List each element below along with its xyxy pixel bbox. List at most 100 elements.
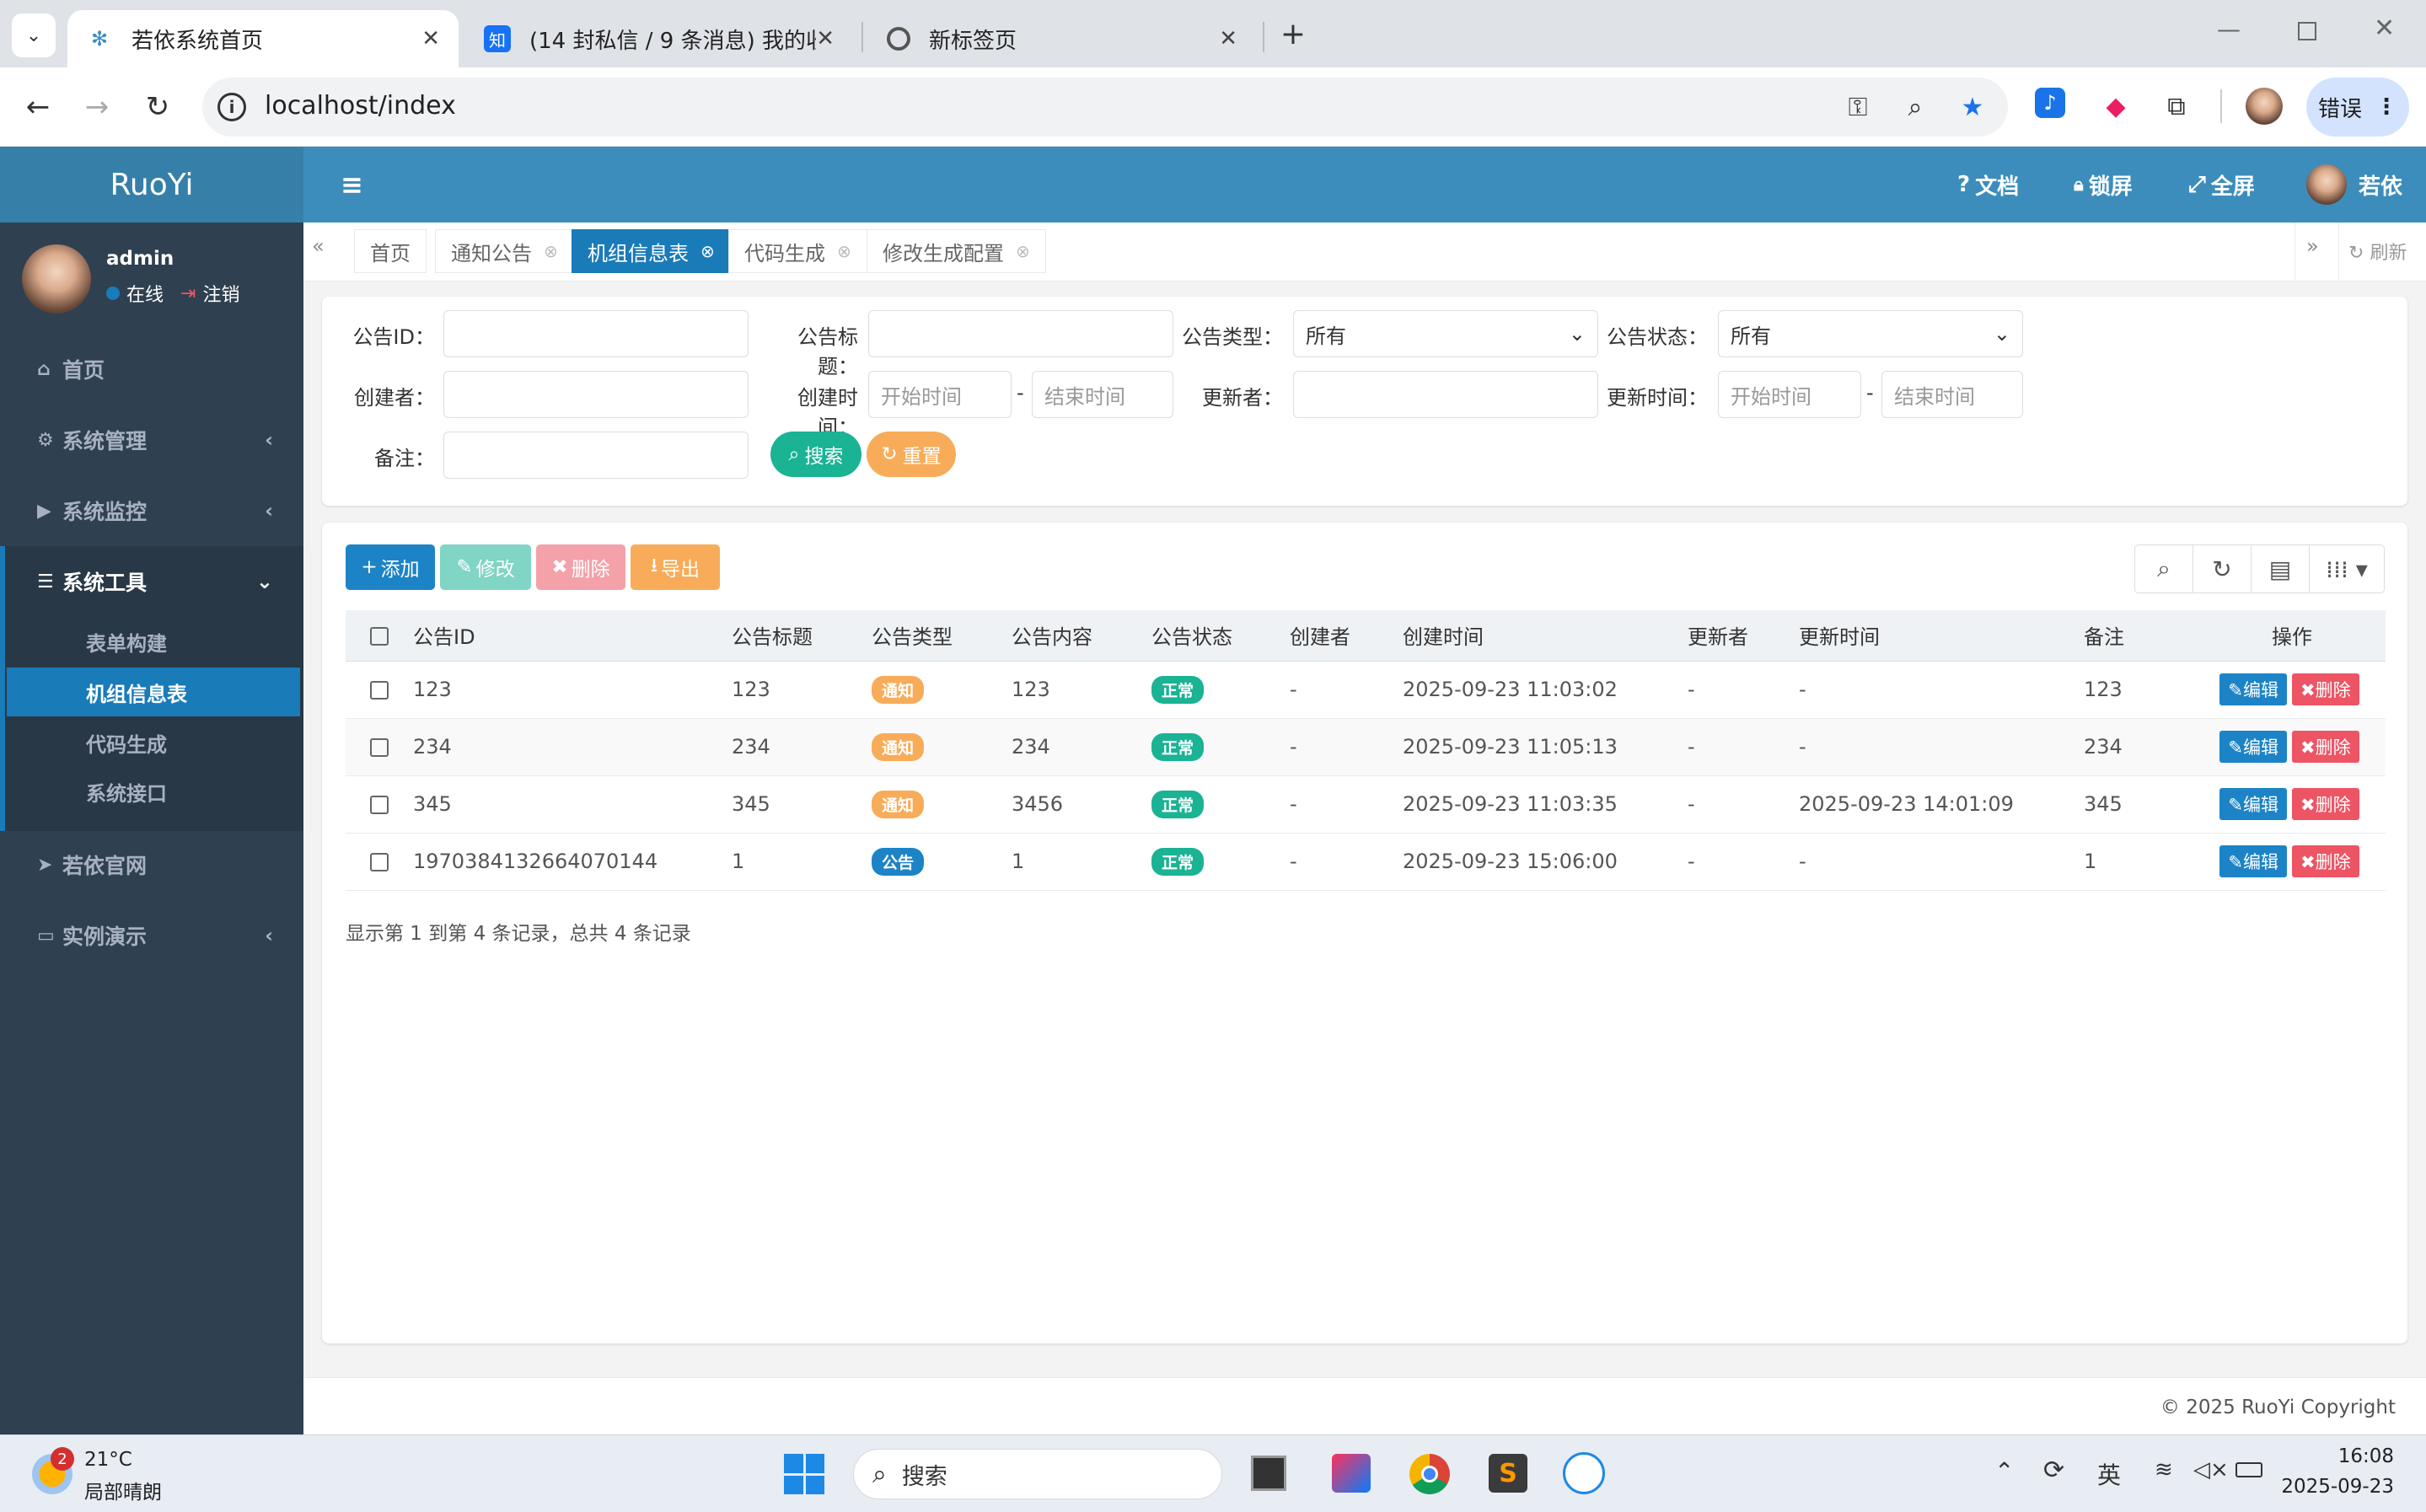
header-link-docs[interactable]: ? 文档	[1957, 147, 2019, 223]
site-info-icon[interactable]: i	[217, 93, 246, 121]
close-icon[interactable]: ✕	[1219, 26, 1237, 51]
header-link-fullscreen[interactable]: ⤢ 全屏	[2188, 147, 2255, 223]
profile-avatar[interactable]	[2246, 88, 2283, 125]
zoom-icon[interactable]: ⌕	[1897, 88, 1934, 126]
back-icon[interactable]: ←	[19, 88, 57, 126]
page-tab-gen-config[interactable]: 修改生成配置 ⊗	[867, 229, 1046, 273]
header-link-lock[interactable]: 🔒︎ 锁屏	[2074, 147, 2133, 223]
submenu-swagger[interactable]: 系统接口	[7, 767, 300, 816]
menu-monitor[interactable]: ▶ 系统监控 ‹	[0, 475, 303, 546]
toggle-view-icon[interactable]: ▤	[2251, 544, 2310, 593]
close-icon[interactable]: ✕	[421, 26, 440, 51]
submenu-form-builder[interactable]: 表单构建	[7, 617, 300, 666]
forward-icon[interactable]: →	[78, 88, 116, 126]
notice-title-input[interactable]	[868, 310, 1173, 357]
tiktok-extension-icon[interactable]: ♪	[2035, 88, 2065, 118]
window-close-button[interactable]: ✕	[2374, 13, 2395, 43]
reload-icon[interactable]: ↻	[138, 88, 177, 126]
create-time-end-input[interactable]: 结束时间	[1032, 371, 1173, 418]
reset-button[interactable]: ↻ 重置	[867, 432, 956, 477]
tabs-scroll-right-icon[interactable]: »	[2306, 234, 2319, 258]
row-checkbox[interactable]	[370, 853, 389, 871]
extensions-puzzle-icon[interactable]: ⧉	[2158, 88, 2195, 125]
app-panda-icon[interactable]	[1563, 1452, 1605, 1494]
color-extension-icon[interactable]: ◆	[2097, 88, 2134, 125]
row-delete-button[interactable]: ✖删除	[2292, 788, 2359, 820]
row-checkbox[interactable]	[370, 681, 389, 700]
menu-demo[interactable]: ▭ 实例演示 ‹	[0, 900, 303, 971]
password-key-icon[interactable]: ⚿	[1839, 88, 1876, 126]
table-row[interactable]: 345 345 通知 3456 正常 -2025-09-23 11:03:35 -…	[346, 775, 2386, 834]
profile-error-button[interactable]: 错误 ⋮	[2306, 78, 2409, 137]
tab-list-button[interactable]: ⌄	[12, 13, 56, 57]
submenu-unit-info[interactable]: 机组信息表	[7, 668, 300, 716]
row-edit-button[interactable]: ✎编辑	[2219, 731, 2287, 763]
remark-input[interactable]	[443, 432, 749, 479]
wifi-icon[interactable]: ≋	[2155, 1457, 2173, 1483]
page-tab-home[interactable]: 首页	[354, 229, 427, 273]
columns-menu-icon[interactable]: ⁞⁞⁞ ▾	[2309, 544, 2385, 593]
tabs-scroll-left-icon[interactable]: «	[312, 234, 325, 258]
update-time-end-input[interactable]: 结束时间	[1881, 371, 2023, 418]
menu-home[interactable]: ⌂ 首页	[0, 334, 303, 405]
update-time-start-input[interactable]: 开始时间	[1718, 371, 1861, 418]
menu-system[interactable]: ⚙ 系统管理 ‹	[0, 405, 303, 475]
maximize-button[interactable]	[2298, 22, 2316, 40]
row-delete-button[interactable]: ✖删除	[2292, 845, 2359, 877]
row-delete-button[interactable]: ✖删除	[2292, 731, 2359, 763]
page-tab-notice[interactable]: 通知公告 ⊗	[435, 229, 574, 273]
refresh-tab-button[interactable]: ↻ 刷新	[2348, 238, 2407, 265]
task-view-icon[interactable]	[1251, 1456, 1286, 1491]
address-bar[interactable]: i localhost/index ⚿ ⌕ ★	[202, 78, 2008, 137]
delete-button[interactable]: ✖ 删除	[536, 544, 625, 590]
row-checkbox[interactable]	[370, 796, 389, 814]
logout-link[interactable]: ⇥ 注销	[180, 280, 239, 307]
tray-chevron-icon[interactable]: ⌃	[1994, 1457, 2014, 1485]
clock-date[interactable]: 2025-09-23	[2276, 1476, 2394, 1498]
start-button[interactable]	[784, 1454, 824, 1494]
creator-input[interactable]	[443, 371, 749, 418]
menu-official-site[interactable]: ➤ 若依官网	[0, 829, 303, 900]
menu-tools[interactable]: ☰ 系统工具 ⌄	[0, 546, 303, 617]
row-edit-button[interactable]: ✎编辑	[2219, 788, 2287, 820]
table-row[interactable]: 234 234 通知 234 正常 -2025-09-23 11:05:13 --…	[346, 718, 2386, 776]
battery-icon[interactable]	[2235, 1462, 2262, 1477]
browser-tab-zhihu[interactable]: 知 (14 封私信 / 9 条消息) 我的收藏 ✕	[465, 10, 853, 67]
toggle-search-icon[interactable]: ⌕	[2134, 544, 2193, 593]
notice-status-select[interactable]: 所有 ⌄	[1718, 310, 2023, 357]
volume-muted-icon[interactable]: ◁×	[2193, 1457, 2229, 1483]
header-user[interactable]: 若依	[2306, 147, 2402, 223]
close-icon[interactable]: ✕	[816, 26, 835, 51]
notice-type-select[interactable]: 所有 ⌄	[1293, 310, 1598, 357]
notice-id-input[interactable]	[443, 310, 749, 357]
table-row[interactable]: 123 123 通知 123 正常 -2025-09-23 11:03:02 --…	[346, 661, 2386, 719]
new-tab-button[interactable]: +	[1275, 15, 1312, 52]
taskbar-search[interactable]: ⌕ 搜索	[853, 1449, 1222, 1499]
bookmark-star-icon[interactable]: ★	[1954, 88, 1991, 126]
menu-toggle-icon[interactable]: ≡	[341, 147, 363, 223]
chrome-icon[interactable]	[1409, 1454, 1450, 1494]
browser-tab-newtab[interactable]: 新标签页 ✕	[868, 10, 1256, 67]
weather-widget[interactable]: 2 21°C 局部晴朗	[32, 1447, 192, 1504]
submenu-codegen[interactable]: 代码生成	[7, 718, 300, 767]
intellij-icon[interactable]	[1332, 1454, 1371, 1493]
app-logo[interactable]: RuoYi	[0, 147, 303, 223]
sync-icon[interactable]: ⟳	[2043, 1456, 2064, 1485]
row-edit-button[interactable]: ✎编辑	[2219, 673, 2287, 705]
export-button[interactable]: ⭳ 导出	[631, 544, 720, 590]
search-button[interactable]: ⌕ 搜索	[770, 432, 861, 477]
row-edit-button[interactable]: ✎编辑	[2219, 845, 2287, 877]
page-tab-codegen[interactable]: 代码生成 ⊗	[728, 229, 867, 273]
minimize-button[interactable]: —	[2217, 15, 2251, 49]
row-delete-button[interactable]: ✖删除	[2292, 673, 2359, 705]
page-tab-unit-info[interactable]: 机组信息表 ⊗	[572, 229, 731, 273]
table-row[interactable]: 1970384132664070144 1 公告 1 正常 -2025-09-23…	[346, 833, 2386, 891]
clock-time[interactable]: 16:08	[2316, 1445, 2394, 1467]
ime-indicator[interactable]: 英	[2097, 1457, 2121, 1491]
browser-tab-ruoyi[interactable]: ✻ 若依系统首页 ✕	[67, 10, 459, 67]
add-button[interactable]: + 添加	[346, 544, 435, 590]
select-all-checkbox[interactable]	[370, 626, 389, 646]
row-checkbox[interactable]	[370, 738, 389, 757]
updater-input[interactable]	[1293, 371, 1598, 418]
sublime-icon[interactable]: S	[1489, 1454, 1527, 1493]
